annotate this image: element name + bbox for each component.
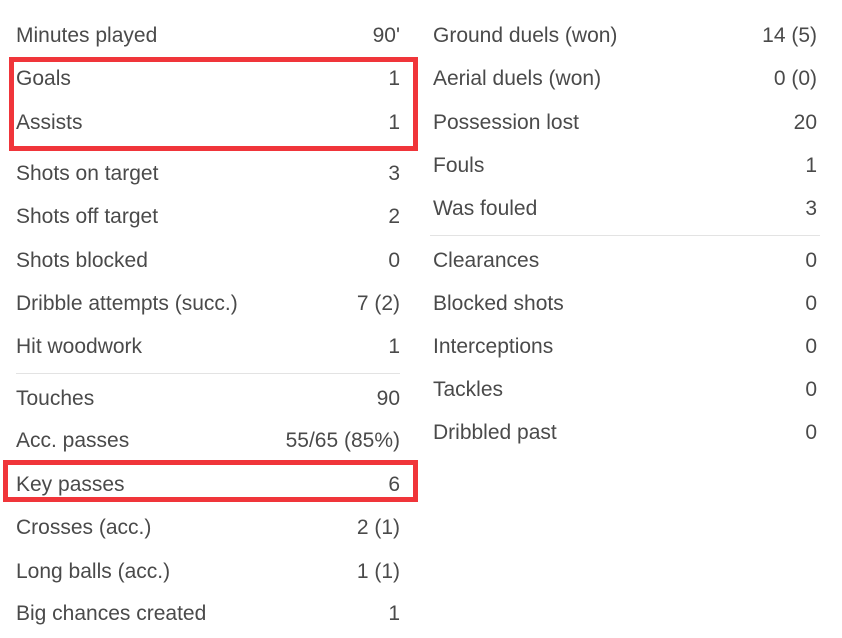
stat-value: 0 <box>805 249 817 272</box>
stat-value: 0 <box>805 421 817 444</box>
stat-row: Was fouled 3 <box>433 194 817 224</box>
stat-value: 2 (1) <box>356 516 400 539</box>
highlight-goals-assists <box>9 57 418 151</box>
stat-row: Hit woodwork 1 <box>16 332 400 362</box>
stat-label: Minutes played <box>16 24 158 47</box>
highlight-key-passes <box>3 460 418 502</box>
stat-row: Aerial duels (won) 0 (0) <box>433 64 817 94</box>
stat-label: Dribbled past <box>433 421 557 444</box>
stat-row: Blocked shots 0 <box>433 289 817 319</box>
stat-value: 3 <box>388 162 400 185</box>
stat-label: Aerial duels (won) <box>433 67 602 90</box>
stat-value: 1 <box>805 154 817 177</box>
stat-label: Tackles <box>433 378 504 401</box>
stat-label: Hit woodwork <box>16 335 143 358</box>
stat-row: Acc. passes 55/65 (85%) <box>16 426 400 456</box>
stat-label: Big chances created <box>16 602 207 625</box>
stat-value: 20 <box>793 111 817 134</box>
stat-row: Shots off target 2 <box>16 202 400 232</box>
stat-value: 0 (0) <box>773 67 817 90</box>
stat-value: 55/65 (85%) <box>285 429 400 452</box>
stat-value: 7 (2) <box>356 292 400 315</box>
stat-row: Ground duels (won) 14 (5) <box>433 21 817 51</box>
stat-value: 1 <box>388 335 400 358</box>
stat-value: 0 <box>805 335 817 358</box>
stat-label: Blocked shots <box>433 292 564 315</box>
stat-row: Dribbled past 0 <box>433 418 817 448</box>
stat-row: Possession lost 20 <box>433 108 817 138</box>
stat-value: 1 <box>388 602 400 625</box>
stat-label: Crosses (acc.) <box>16 516 152 539</box>
stat-row: Fouls 1 <box>433 151 817 181</box>
stat-row: Shots blocked 0 <box>16 246 400 276</box>
stat-label: Shots off target <box>16 205 159 228</box>
stat-value: 3 <box>805 197 817 220</box>
stat-row: Dribble attempts (succ.) 7 (2) <box>16 289 400 319</box>
stat-label: Fouls <box>433 154 485 177</box>
stat-row: Crosses (acc.) 2 (1) <box>16 513 400 543</box>
stat-row: Interceptions 0 <box>433 332 817 362</box>
stat-value: 90' <box>372 24 400 47</box>
stat-label: Shots on target <box>16 162 159 185</box>
stat-label: Possession lost <box>433 111 579 134</box>
stat-label: Ground duels (won) <box>433 24 618 47</box>
stat-row: Clearances 0 <box>433 246 817 276</box>
stat-row: Long balls (acc.) 1 (1) <box>16 557 400 587</box>
stat-value: 0 <box>805 292 817 315</box>
stat-label: Shots blocked <box>16 249 148 272</box>
stat-label: Touches <box>16 387 95 410</box>
stat-label: Acc. passes <box>16 429 130 452</box>
stat-label: Long balls (acc.) <box>16 560 171 583</box>
stat-row: Shots on target 3 <box>16 159 400 189</box>
stat-label: Was fouled <box>433 197 538 220</box>
stat-value: 90 <box>376 387 400 410</box>
stat-value: 14 (5) <box>762 24 817 47</box>
stat-row: Minutes played 90' <box>16 21 400 51</box>
stat-row: Tackles 0 <box>433 375 817 405</box>
stat-row: Touches 90 <box>16 384 400 414</box>
stat-value: 0 <box>805 378 817 401</box>
stat-value: 0 <box>388 249 400 272</box>
stat-label: Dribble attempts (succ.) <box>16 292 238 315</box>
left-divider <box>16 373 400 374</box>
stat-value: 1 (1) <box>356 560 400 583</box>
stat-label: Interceptions <box>433 335 554 358</box>
right-divider <box>430 235 820 236</box>
stat-value: 2 <box>388 205 400 228</box>
stat-label: Clearances <box>433 249 540 272</box>
stat-row: Big chances created 1 <box>16 599 400 629</box>
